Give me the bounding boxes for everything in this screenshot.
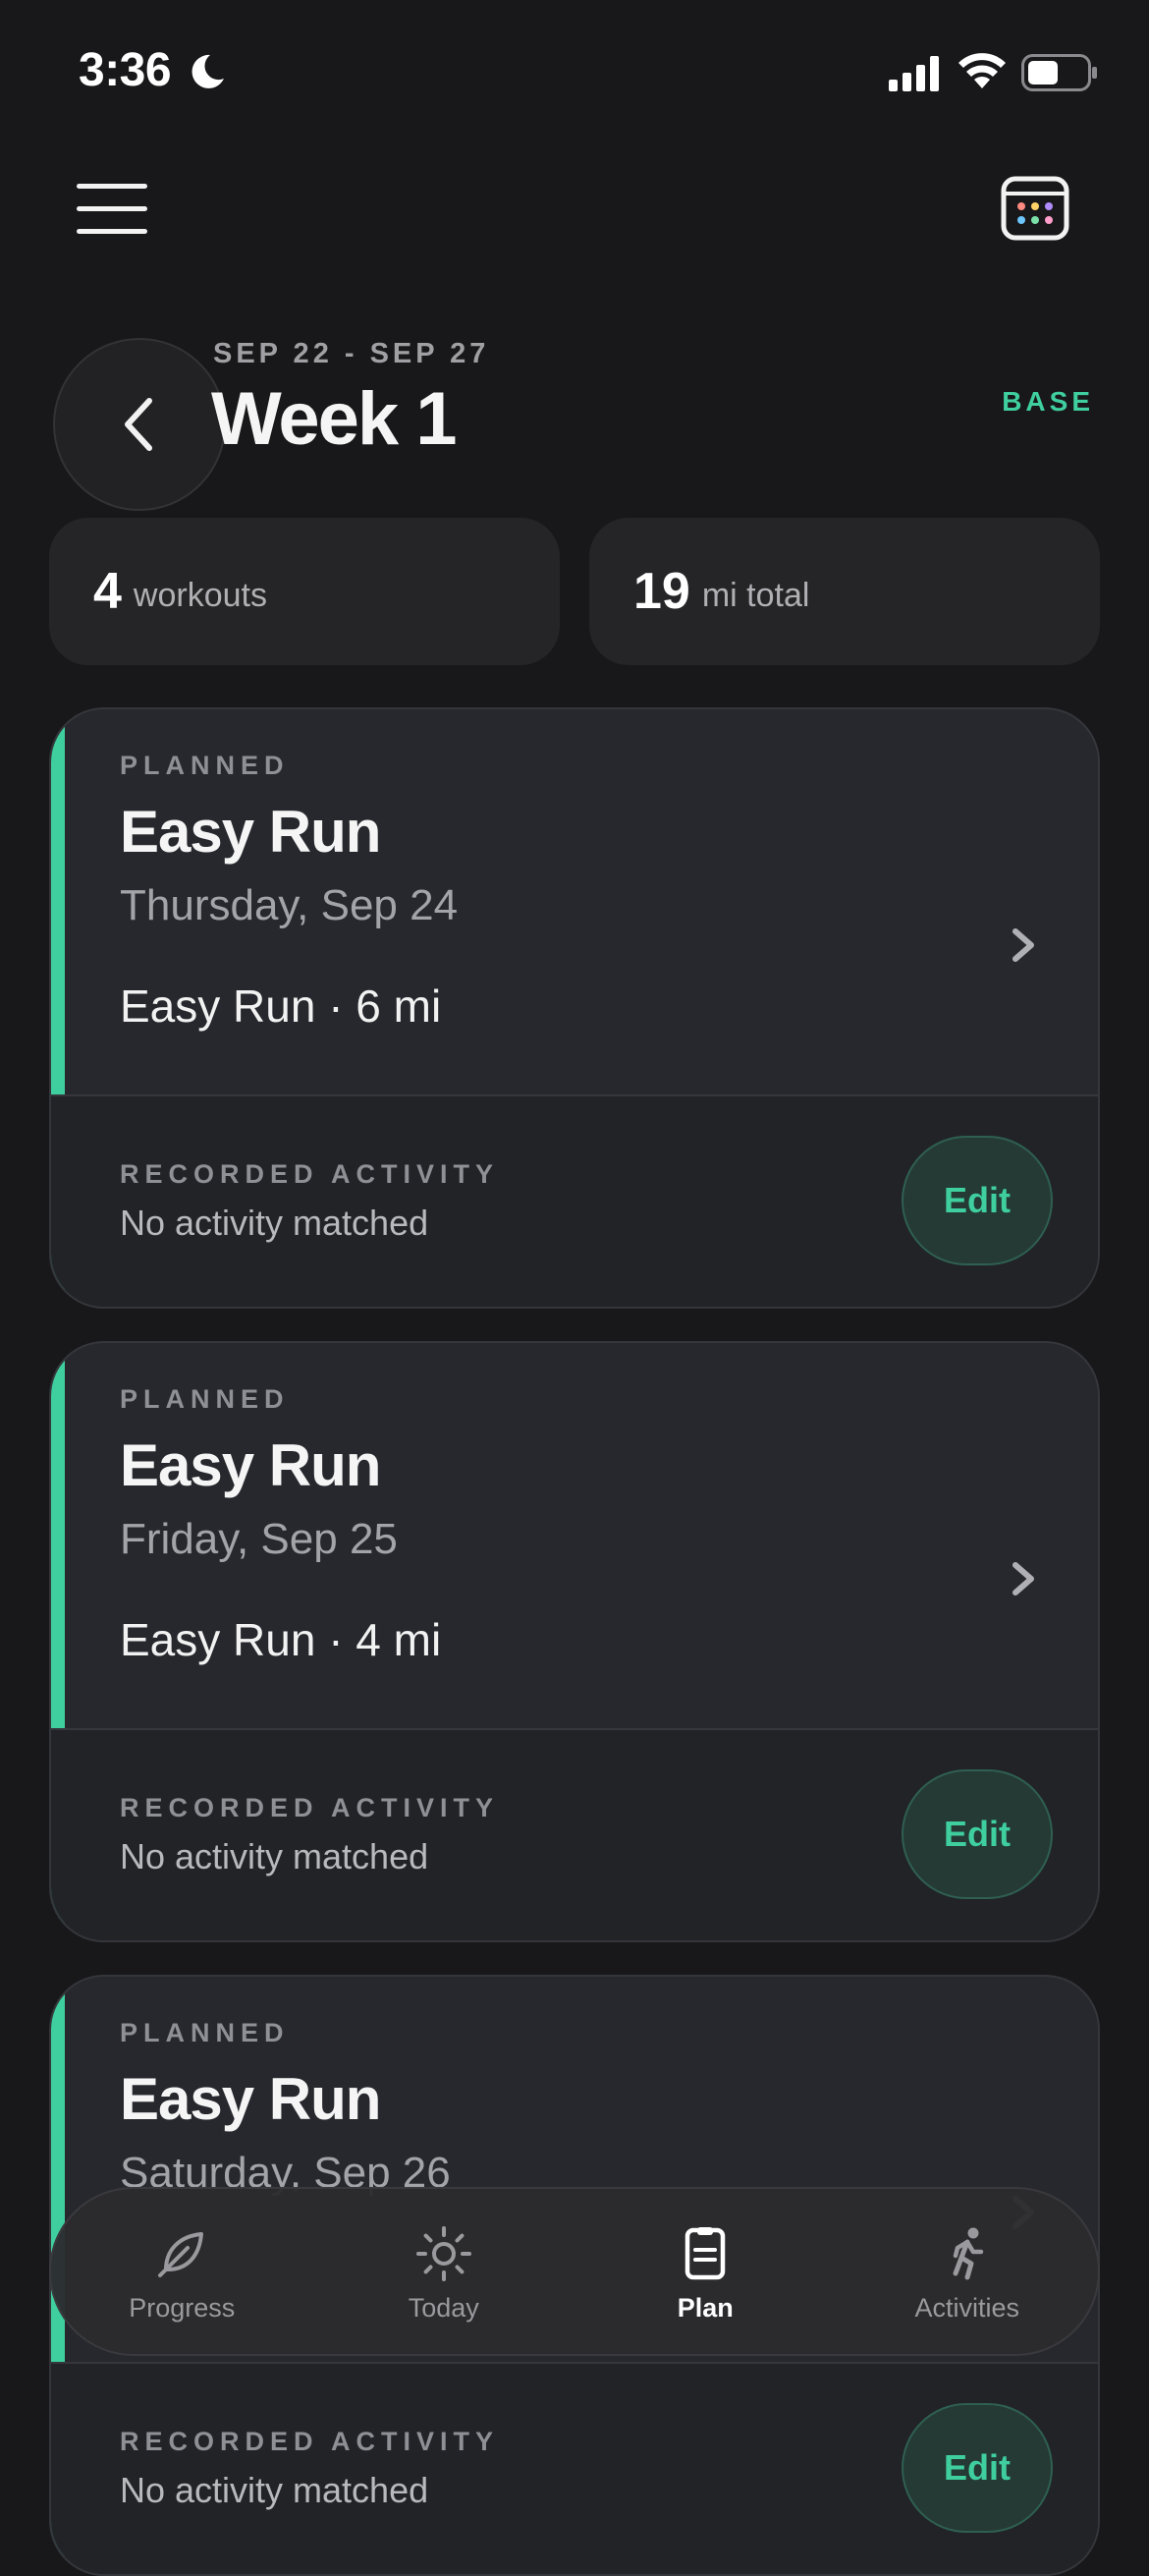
chevron-right-icon[interactable] (1010, 1559, 1037, 1598)
workout-title: Easy Run (120, 799, 381, 865)
recorded-activity-value: No activity matched (120, 1203, 429, 1243)
tab-today[interactable]: Today (313, 2189, 575, 2354)
planned-workout-section[interactable]: PLANNED Easy Run Friday, Sep 25 Easy Run… (51, 1343, 1098, 1728)
chevron-right-icon[interactable] (1010, 925, 1037, 965)
runner-icon (953, 2227, 983, 2280)
status-bar: 3:36 (0, 0, 1149, 147)
workouts-count-card: 4 workouts (49, 518, 560, 665)
planned-workout-section[interactable]: PLANNED Easy Run Thursday, Sep 24 Easy R… (51, 709, 1098, 1094)
stat-unit: workouts (133, 576, 267, 614)
back-button[interactable] (53, 338, 226, 511)
stat-value: 19 (633, 563, 690, 620)
workout-card[interactable]: PLANNED Easy Run Friday, Sep 25 Easy Run… (49, 1341, 1100, 1942)
recorded-activity-label: RECORDED ACTIVITY (120, 2427, 500, 2456)
wifi-icon (958, 53, 1006, 88)
workout-detail: Easy Run · 6 mi (120, 980, 442, 1032)
planned-label: PLANNED (120, 2018, 290, 2047)
tab-label: Today (408, 2293, 479, 2323)
tab-activities[interactable]: Activities (837, 2189, 1099, 2354)
planned-label: PLANNED (120, 1384, 290, 1414)
recorded-activity-value: No activity matched (120, 1836, 429, 1876)
recorded-activity-value: No activity matched (120, 2470, 429, 2510)
tab-label: Progress (129, 2293, 236, 2323)
recorded-activity-section: RECORDED ACTIVITY No activity matched Ed… (51, 2362, 1098, 2574)
chevron-left-icon (125, 398, 152, 451)
tab-label: Activities (914, 2293, 1020, 2323)
workout-title: Easy Run (120, 1432, 381, 1498)
edit-button[interactable]: Edit (902, 1769, 1053, 1899)
stat-value: 4 (93, 563, 122, 620)
planned-label: PLANNED (120, 751, 290, 780)
workout-title: Easy Run (120, 2066, 381, 2132)
moon-icon (192, 54, 224, 88)
bottom-tab-bar: Progress Today Plan Activities (49, 2187, 1100, 2356)
workout-date: Thursday, Sep 24 (120, 881, 459, 929)
workout-detail: Easy Run · 4 mi (120, 1614, 442, 1665)
calendar-icon[interactable] (1000, 175, 1070, 242)
battery-icon (1021, 54, 1097, 91)
recorded-activity-section: RECORDED ACTIVITY No activity matched Ed… (51, 1728, 1098, 1940)
edit-button[interactable]: Edit (902, 2403, 1053, 2533)
recorded-activity-label: RECORDED ACTIVITY (120, 1159, 500, 1189)
edit-button[interactable]: Edit (902, 1136, 1053, 1265)
tab-label: Plan (677, 2293, 734, 2323)
status-time: 3:36 (79, 44, 172, 96)
week-date-range: SEP 22 - SEP 27 (213, 338, 490, 369)
training-phase-badge: BASE (1002, 386, 1094, 417)
recorded-activity-section: RECORDED ACTIVITY No activity matched Ed… (51, 1094, 1098, 1307)
sun-icon (415, 2226, 471, 2281)
workout-card[interactable]: PLANNED Easy Run Thursday, Sep 24 Easy R… (49, 707, 1100, 1309)
leaf-icon (158, 2232, 204, 2277)
recorded-activity-label: RECORDED ACTIVITY (120, 1793, 500, 1822)
tab-plan[interactable]: Plan (574, 2189, 837, 2354)
cellular-signal-icon (889, 56, 939, 91)
clipboard-icon (685, 2227, 726, 2280)
menu-icon[interactable] (75, 182, 149, 237)
stat-unit: mi total (701, 576, 810, 614)
tab-progress[interactable]: Progress (51, 2189, 313, 2354)
total-miles-card: 19 mi total (589, 518, 1100, 665)
week-title: Week 1 (211, 377, 458, 461)
workout-date: Friday, Sep 25 (120, 1515, 398, 1563)
